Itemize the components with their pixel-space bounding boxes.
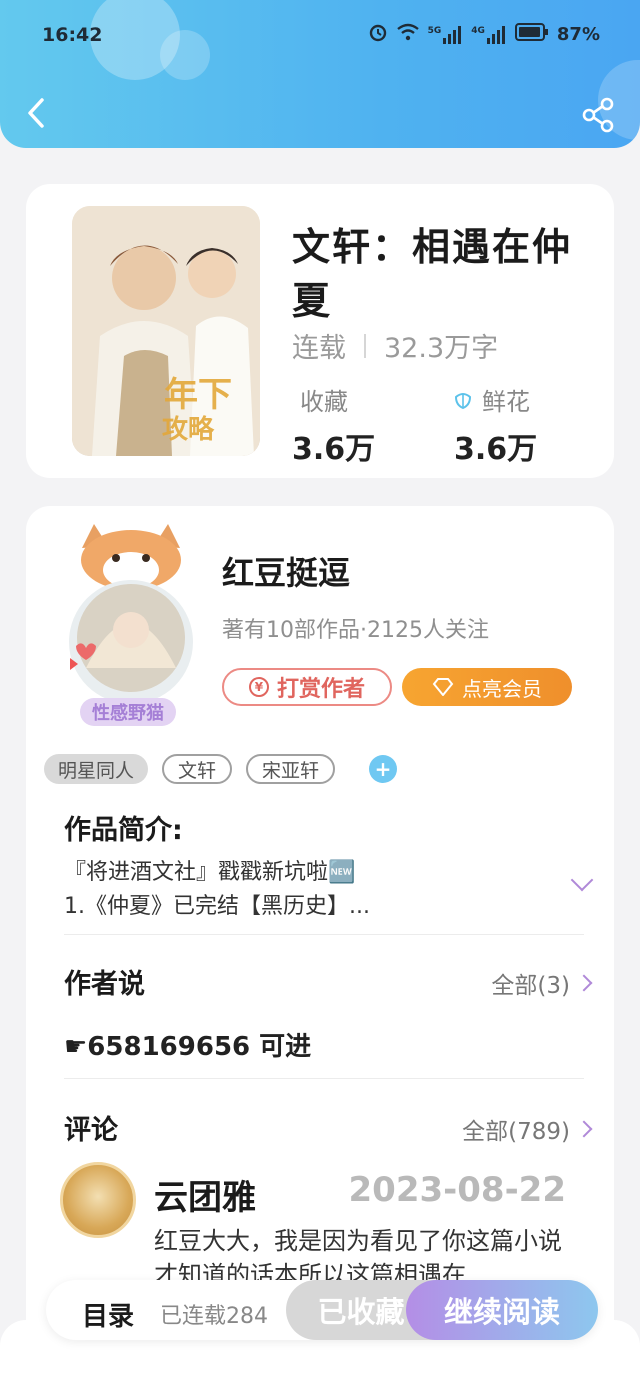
vip-button[interactable]: 点亮会员	[402, 668, 572, 706]
battery-percent: 87%	[556, 24, 600, 45]
status-time: 16:42	[42, 24, 103, 46]
back-button[interactable]	[22, 96, 52, 130]
toc-button[interactable]: 目录	[82, 1296, 134, 1333]
status-icons: 5G 4G 87%	[368, 22, 600, 47]
book-title: 文轩：相遇在仲夏	[292, 225, 573, 323]
share-button[interactable]	[580, 96, 618, 134]
toc-count[interactable]: 已连载284	[160, 1298, 268, 1330]
chevron-left-icon	[28, 98, 44, 128]
flower-icon	[454, 392, 472, 409]
comments-title: 评论	[64, 1115, 118, 1146]
comments-more-label: 全部(789)	[462, 1119, 570, 1145]
flowers-value: 3.6万	[454, 432, 538, 467]
net1-label: 5G	[427, 25, 442, 36]
yen-icon: ¥	[248, 677, 269, 697]
divider	[64, 1078, 584, 1079]
tag-item[interactable]: 宋亚轩	[246, 754, 336, 784]
author-name[interactable]: 红豆挺逗	[222, 548, 350, 594]
diamond-icon	[432, 678, 454, 696]
flowers-label: 鲜花	[482, 388, 530, 416]
book-status: 连载	[292, 333, 346, 364]
divider	[64, 934, 584, 935]
net2-label: 4G	[471, 25, 485, 36]
book-cover[interactable]: 年下 攻略	[72, 206, 260, 456]
author-says-more[interactable]: 全部(3)	[491, 966, 593, 1000]
intro-line: 1.《仲夏》已完结【黑历史】...	[64, 894, 370, 919]
author-card: 性感野猫 红豆挺逗 著有10部作品·2125人关注 ¥ 打赏作者 点亮会员 明星…	[26, 506, 614, 1387]
comments-more[interactable]: 全部(789)	[462, 1112, 593, 1146]
avatar-illustration	[69, 524, 193, 704]
signal-4g-icon: 4G	[471, 25, 507, 44]
signal-5g-icon: 5G	[427, 25, 464, 44]
comment-date: 2023-08-22	[348, 1170, 566, 1210]
intro-text[interactable]: 『将进酒文社』戳戳新坑啦🆕 1.《仲夏》已完结【黑历史】...	[64, 856, 544, 924]
avatar-badge: 性感野猫	[80, 698, 176, 726]
tip-author-button[interactable]: ¥ 打赏作者	[222, 668, 392, 706]
battery-icon	[514, 23, 549, 46]
book-meta: 连载 32.3万字	[292, 326, 498, 365]
intro-title: 作品简介:	[64, 815, 183, 846]
chevron-right-icon	[575, 1120, 593, 1138]
svg-text:年下: 年下	[164, 375, 232, 415]
status-bar: 16:42 5G 4G 87%	[0, 18, 640, 52]
alarm-icon	[368, 22, 388, 47]
share-icon	[582, 97, 614, 133]
author-meta: 著有10部作品·2125人关注	[222, 618, 489, 643]
continue-reading-button[interactable]: 继续阅读	[406, 1280, 598, 1340]
author-says-text: ☛658169656 可进	[64, 1032, 312, 1062]
add-tag-button[interactable]: +	[369, 755, 398, 783]
chevron-right-icon	[575, 974, 593, 992]
header-bar: 16:42 5G 4G 87%	[0, 0, 640, 148]
book-word-count: 32.3万字	[384, 333, 499, 364]
author-says-title: 作者说	[64, 969, 145, 1000]
author-says-more-label: 全部(3)	[491, 973, 570, 999]
svg-text:攻略: 攻略	[162, 414, 215, 445]
vip-label: 点亮会员	[462, 676, 542, 701]
tag-list: 明星同人 文轩 宋亚轩 +	[44, 754, 398, 784]
cover-illustration: 年下 攻略	[72, 206, 260, 456]
favorites-value: 3.6万	[292, 432, 376, 467]
comment-user[interactable]: 云团雅	[154, 1170, 256, 1219]
wifi-icon	[396, 23, 420, 46]
flowers-stat[interactable]: 鲜花	[452, 382, 530, 417]
tag-item[interactable]: 明星同人	[44, 754, 149, 784]
meta-divider	[364, 333, 366, 358]
author-avatar[interactable]: 性感野猫	[56, 518, 206, 728]
expand-chevron-icon[interactable]	[570, 868, 594, 892]
bottom-action-bar: 目录 已连载284 已收藏 继续阅读	[46, 1280, 598, 1340]
tag-item[interactable]: 文轩	[162, 754, 233, 784]
comment-avatar[interactable]	[60, 1162, 136, 1238]
tip-author-label: 打赏作者	[276, 677, 365, 702]
intro-line: 『将进酒文社』戳戳新坑啦🆕	[64, 860, 356, 885]
book-info-card: 年下 攻略 文轩：相遇在仲夏 连载 32.3万字 收藏 3.6万 鲜花 3.6万	[26, 184, 614, 478]
favorites-label: 收藏	[300, 388, 348, 416]
